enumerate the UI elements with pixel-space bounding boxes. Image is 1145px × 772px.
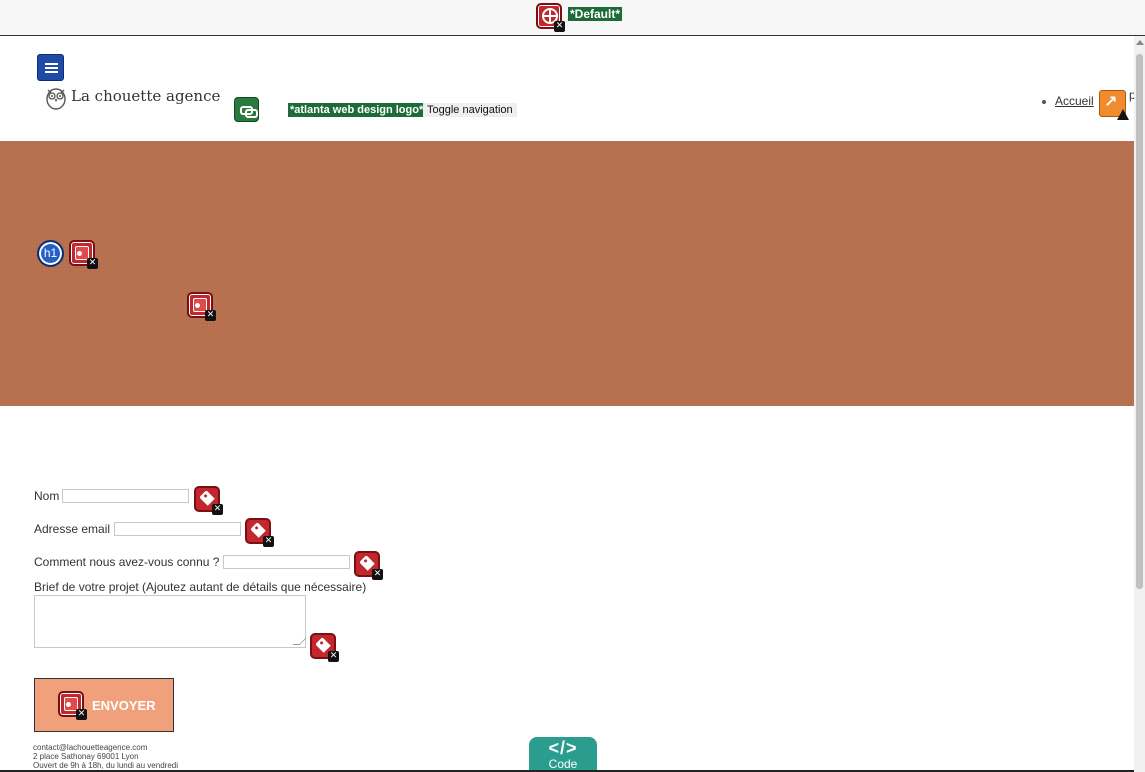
language-error-icon[interactable]: ✕ [536, 3, 565, 32]
structure-list-icon[interactable] [37, 54, 64, 81]
redundant-link-alert-icon[interactable] [1099, 90, 1129, 120]
error-badge-icon: ✕ [554, 21, 565, 32]
brief-label: Brief de votre projet (Ajoutez autant de… [34, 580, 367, 594]
source-label: Comment nous avez-vous connu ? [34, 555, 220, 569]
source-field[interactable] [223, 555, 350, 569]
error-badge-icon: ✕ [205, 310, 216, 321]
email-field[interactable] [114, 522, 241, 536]
footer-hours: Ouvert de 9h à 18h, du lundi au vendredi [33, 761, 178, 770]
empty-button-error-icon[interactable]: ✕ [58, 691, 87, 720]
warning-triangle-icon [1117, 109, 1129, 120]
site-logo[interactable]: La chouette agence [44, 85, 220, 113]
scroll-up-arrow-icon[interactable] [1136, 40, 1144, 45]
logo-brand-text: La chouette agence [71, 87, 221, 105]
brief-textarea[interactable] [34, 595, 306, 648]
accueil-link[interactable]: Accueil [1055, 94, 1094, 108]
footer-email: contact@lachouetteagence.com [33, 743, 148, 752]
missing-label-error-icon[interactable]: ✕ [310, 633, 339, 662]
submit-button[interactable]: ENVOYER [34, 678, 174, 732]
linked-image-icon[interactable] [234, 97, 259, 122]
footer-contact: contact@lachouetteagence.com 2 place Sat… [33, 743, 178, 770]
submit-button-label: ENVOYER [92, 698, 156, 713]
owl-logo-icon [46, 88, 66, 110]
missing-label-error-icon[interactable]: ✕ [245, 518, 274, 547]
empty-element-error-icon[interactable]: ✕ [187, 292, 216, 321]
empty-heading-error-icon[interactable]: ✕ [69, 240, 98, 269]
error-badge-icon: ✕ [87, 258, 98, 269]
code-icon: </> [548, 738, 578, 758]
name-field[interactable] [62, 489, 189, 503]
email-label: Adresse email [34, 522, 111, 536]
default-label: *Default* [568, 7, 623, 21]
code-tab-label: Code [548, 757, 578, 771]
wave-toolbar: ✕ *Default* [0, 0, 1145, 36]
nav-item-accueil: Accueil [1042, 94, 1094, 108]
hero-banner [0, 141, 1134, 406]
missing-label-error-icon[interactable]: ✕ [354, 551, 383, 580]
toggle-navigation-button[interactable]: Toggle navigation [423, 103, 517, 117]
name-label: Nom [34, 489, 60, 503]
scrollbar-thumb[interactable] [1136, 54, 1143, 589]
missing-label-error-icon[interactable]: ✕ [194, 486, 223, 515]
footer-address: 2 place Sathonay 69001 Lyon [33, 752, 139, 761]
bullet-icon [1042, 99, 1046, 104]
error-badge-icon: ✕ [76, 709, 87, 720]
logo-alt-text: *atlanta web design logo* [288, 103, 426, 117]
vertical-scrollbar[interactable] [1134, 36, 1145, 772]
code-panel-tab[interactable]: </> Code [529, 737, 597, 772]
h1-heading-icon[interactable]: h1 [37, 240, 64, 267]
